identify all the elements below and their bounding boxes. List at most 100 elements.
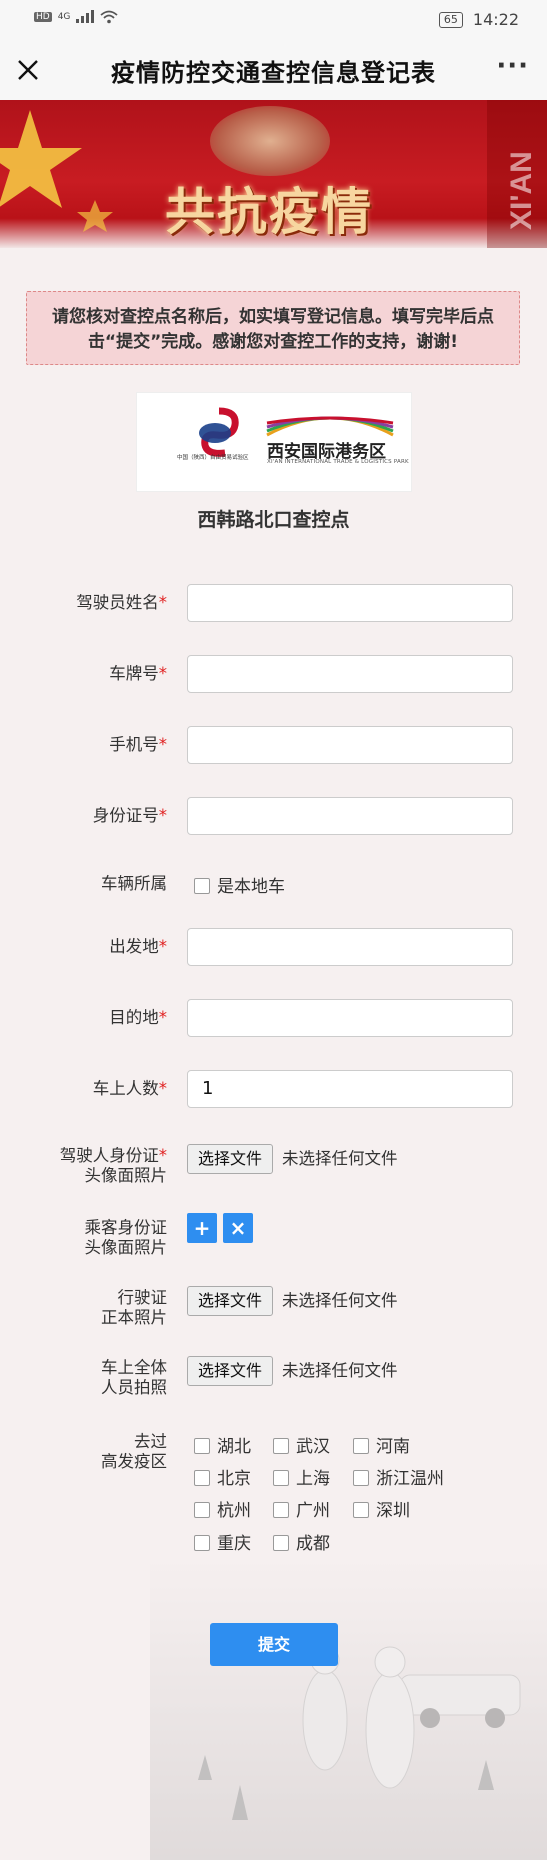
driver-id-photo-status: 未选择任何文件 (282, 1149, 398, 1168)
emblem-text: 中国（陕西）自由贸易试验区 (177, 455, 249, 461)
required-mark: * (158, 1146, 167, 1165)
driver-id-photo-label-line2: 头像面照片 (84, 1166, 168, 1185)
page-title: 疫情防控交通查控信息登记表 (111, 58, 436, 87)
id-number-input[interactable] (187, 797, 513, 835)
checkbox-box[interactable] (353, 1438, 369, 1454)
checkbox-box[interactable] (353, 1470, 369, 1486)
destination-label: 目的地* (109, 1008, 167, 1028)
destination-label-text: 目的地 (109, 1008, 159, 1027)
passenger-id-photo-label-line1: 乘客身份证 (84, 1218, 168, 1237)
id-number-label-text: 身份证号 (92, 806, 159, 825)
group-photo-choose-button[interactable]: 选择文件 (187, 1356, 274, 1386)
banner-slogan: 共抗疫情 (165, 183, 373, 241)
brand-name-en: XI'AN INTERNATIONAL TRADE & LOGISTICS PA… (267, 459, 409, 465)
license-photo-label-line2: 正本照片 (101, 1308, 167, 1327)
status-bar: HD 4G 65 14:22 (0, 0, 547, 40)
driver-name-label-text: 驾驶员姓名 (76, 593, 159, 612)
area-checkbox-chengdu[interactable]: 成都 (273, 1529, 330, 1554)
local-vehicle-checkbox[interactable]: 是本地车 (194, 872, 285, 897)
area-checkbox-chongqing[interactable]: 重庆 (194, 1529, 251, 1554)
area-checkbox-wenzhou[interactable]: 浙江温州 (353, 1464, 444, 1489)
star-icon (0, 110, 113, 232)
submit-button[interactable]: 提交 (210, 1623, 338, 1666)
area-label: 成都 (296, 1534, 330, 1554)
area-checkbox-hangzhou[interactable]: 杭州 (194, 1496, 251, 1521)
area-checkbox-guangzhou[interactable]: 广州 (273, 1496, 330, 1521)
checkbox-box[interactable] (194, 1535, 210, 1551)
plate-input[interactable] (187, 655, 513, 693)
phone-label: 手机号* (109, 735, 167, 755)
title-bar: 疫情防控交通查控信息登记表 ··· (0, 40, 547, 100)
driver-name-label: 驾驶员姓名* (76, 593, 167, 613)
required-mark: * (158, 1008, 167, 1027)
area-label: 北京 (217, 1469, 251, 1489)
group-photo-label: 车上全体 人员拍照 (101, 1358, 167, 1398)
area-label: 武汉 (296, 1437, 330, 1457)
required-mark: * (158, 735, 167, 754)
wifi-icon (100, 10, 118, 24)
phone-input[interactable] (187, 726, 513, 764)
required-mark: * (158, 806, 167, 825)
checkbox-box[interactable] (273, 1502, 289, 1518)
clock: 14:22 (472, 10, 519, 29)
arc-logo-icon (266, 416, 394, 437)
signal-type: 4G (57, 12, 71, 22)
driver-name-input[interactable] (187, 584, 513, 622)
area-checkbox-hubei[interactable]: 湖北 (194, 1432, 251, 1457)
high-risk-label: 去过 高发疫区 (101, 1432, 167, 1472)
phone-label-text: 手机号 (109, 735, 159, 754)
raised-hands-image (210, 106, 330, 176)
plate-label-text: 车牌号 (109, 664, 159, 683)
destination-input[interactable] (187, 999, 513, 1037)
area-label: 河南 (376, 1437, 410, 1457)
add-passenger-photo-button[interactable]: + (187, 1213, 217, 1243)
vehicle-owner-label: 车辆所属 (101, 874, 167, 893)
area-label: 重庆 (217, 1534, 251, 1554)
more-menu-icon[interactable]: ··· (496, 53, 529, 79)
xian-side-text: XI'AN (505, 151, 538, 230)
required-mark: * (158, 937, 167, 956)
svg-text:XI'AN: XI'AN (505, 151, 538, 230)
remove-passenger-photo-button[interactable]: × (223, 1213, 253, 1243)
checkbox-box[interactable] (194, 878, 210, 894)
driver-id-photo-choose-button[interactable]: 选择文件 (187, 1144, 274, 1174)
area-label: 上海 (296, 1469, 330, 1489)
checkbox-box[interactable] (273, 1535, 289, 1551)
area-checkbox-henan[interactable]: 河南 (353, 1432, 410, 1457)
passengers-input[interactable]: 1 (187, 1070, 513, 1108)
area-label: 深圳 (376, 1501, 410, 1521)
close-icon[interactable] (14, 56, 42, 84)
area-label: 浙江温州 (376, 1469, 444, 1489)
driver-id-photo-label: 驾驶人身份证* 头像面照片 (60, 1146, 167, 1186)
area-checkbox-shenzhen[interactable]: 深圳 (353, 1496, 410, 1521)
checkbox-box[interactable] (273, 1438, 289, 1454)
checkbox-box[interactable] (194, 1470, 210, 1486)
high-risk-label-line1: 去过 (134, 1432, 167, 1451)
status-left: HD 4G (34, 10, 118, 24)
banner: XI'AN 共抗疫情 (0, 100, 547, 248)
license-photo-choose-button[interactable]: 选择文件 (187, 1286, 274, 1316)
checkbox-box[interactable] (194, 1502, 210, 1518)
license-photo-label: 行驶证 正本照片 (101, 1288, 167, 1328)
signal-icon (76, 10, 95, 23)
origin-input[interactable] (187, 928, 513, 966)
license-photo-label-line1: 行驶证 (117, 1288, 168, 1307)
area-checkbox-shanghai[interactable]: 上海 (273, 1464, 330, 1489)
emblem-logo-icon (199, 407, 239, 457)
area-checkbox-beijing[interactable]: 北京 (194, 1464, 251, 1489)
area-label: 广州 (296, 1501, 330, 1521)
checkbox-box[interactable] (194, 1438, 210, 1454)
checkbox-box[interactable] (353, 1502, 369, 1518)
id-number-label: 身份证号* (93, 806, 167, 826)
passengers-label-text: 车上人数 (92, 1079, 159, 1098)
group-photo-status: 未选择任何文件 (282, 1361, 398, 1380)
passenger-id-photo-label-line2: 头像面照片 (84, 1238, 168, 1257)
area-checkbox-wuhan[interactable]: 武汉 (273, 1432, 330, 1457)
required-mark: * (158, 1079, 167, 1098)
required-mark: * (158, 664, 167, 683)
status-right: 65 14:22 (438, 10, 519, 29)
local-vehicle-label: 是本地车 (217, 877, 285, 897)
area-label: 杭州 (217, 1501, 251, 1521)
checkbox-box[interactable] (273, 1470, 289, 1486)
required-mark: * (158, 593, 167, 612)
